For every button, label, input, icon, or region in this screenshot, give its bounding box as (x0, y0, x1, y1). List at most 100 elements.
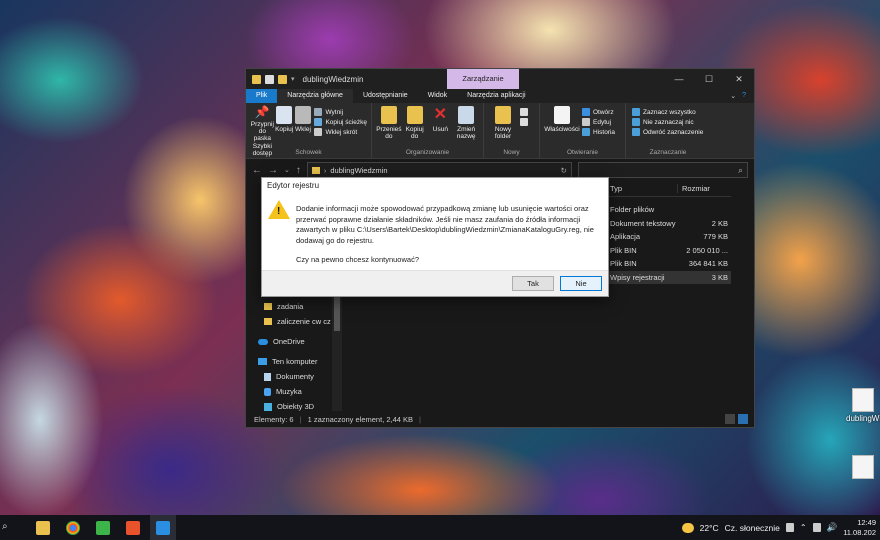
easy-access-icon (520, 118, 528, 126)
pin-icon: 📌 (254, 105, 270, 119)
weather-text[interactable]: Cz. słonecznie (725, 523, 780, 533)
refresh-icon[interactable]: ↻ (561, 166, 571, 175)
tab-udostepnianie[interactable]: Udostępnianie (353, 89, 418, 103)
sidebar-item-ten-komputer[interactable]: Ten komputer (246, 354, 342, 369)
taskbar-app-orange[interactable] (120, 515, 146, 540)
clock-date: 11.08.202 (843, 527, 876, 537)
easy-access-button[interactable] (520, 118, 528, 126)
weather-temp[interactable]: 22°C (700, 523, 719, 533)
tab-plik[interactable]: Plik (246, 89, 278, 103)
select-all-button[interactable]: Zaznacz wszystko (632, 108, 703, 116)
taskbar-chrome[interactable] (60, 515, 86, 540)
sidebar-item-dokumenty[interactable]: Dokumenty (246, 369, 342, 384)
desktop-icon-file-2[interactable] (846, 455, 880, 481)
properties-icon[interactable] (265, 74, 274, 84)
app-c-orange-icon (126, 520, 140, 535)
select-all-icon (632, 108, 640, 116)
file-list: Typ Rozmiar Folder plików Dokument tekst… (606, 181, 731, 284)
tab-narzedzia-glowne[interactable]: Narzędzia główne (277, 89, 353, 103)
group-label: Organizowanie (405, 149, 450, 156)
chevron-down-icon[interactable]: ⌄ (730, 92, 736, 100)
tab-narzedzia-aplikacji[interactable]: Narzędzia aplikacji (457, 89, 535, 103)
yes-button[interactable]: Tak (512, 276, 554, 291)
tab-zarzadzanie[interactable]: Zarządzanie (447, 69, 519, 89)
file-row[interactable]: Aplikacja 779 KB (606, 230, 731, 244)
microphone-icon[interactable] (785, 523, 794, 532)
tab-widok[interactable]: Widok (418, 89, 457, 103)
ribbon: 📌 Przypnij do paska Szybki dostęp Kopiuj… (246, 103, 754, 159)
clock-time: 12:49 (857, 517, 876, 527)
dialog-title: Edytor rejestru (267, 181, 320, 190)
sidebar-item-zaliczenie[interactable]: zaliczenie cw cz (246, 314, 342, 329)
network-icon[interactable] (812, 523, 821, 532)
search-input[interactable]: ⌕ (577, 162, 748, 178)
select-none-button[interactable]: Nie zaznaczaj nic (632, 118, 703, 126)
column-header-size[interactable]: Rozmiar (678, 184, 710, 193)
back-arrow-icon[interactable]: ← (252, 165, 262, 176)
delete-x-icon: ✕ (433, 106, 448, 123)
desktop-icon-file[interactable]: dublingWi (846, 388, 880, 423)
invert-selection-icon (632, 128, 640, 136)
move-to-button[interactable]: Przenieś do (376, 106, 402, 148)
file-row[interactable]: Plik BIN 2 050 010 ... (606, 244, 731, 258)
new-item-button[interactable] (520, 108, 528, 116)
copy-to-button[interactable]: Kopiuj do (402, 106, 428, 148)
open-button[interactable]: Otwórz (582, 108, 615, 116)
paste-shortcut-button[interactable]: Wklej skrót (314, 128, 367, 136)
up-arrow-icon[interactable]: ↑ (296, 165, 301, 176)
maximize-button[interactable]: ☐ (694, 69, 724, 89)
no-button[interactable]: Nie (560, 276, 602, 291)
volume-icon[interactable]: 🔊 (827, 522, 838, 533)
taskbar-registry-editor[interactable] (150, 515, 176, 540)
sidebar-item-zadania[interactable]: zadania (246, 299, 342, 314)
help-icon[interactable]: ? (742, 92, 746, 100)
edit-button[interactable]: Edytuj (582, 118, 615, 126)
chevron-down-icon[interactable]: ▾ (291, 75, 295, 83)
group-label: Nowy (503, 149, 520, 156)
column-header-type[interactable]: Typ (606, 184, 678, 193)
clock[interactable]: 12:49 11.08.202 (843, 518, 876, 538)
dialog-message: Dodanie informacji może spowodować przyp… (296, 204, 594, 245)
group-schowek: 📌 Przypnij do paska Szybki dostęp Kopiuj… (246, 103, 372, 158)
copy-icon (276, 106, 293, 124)
forward-arrow-icon[interactable]: → (268, 165, 278, 176)
close-button[interactable]: ✕ (724, 69, 754, 89)
warning-exclamation-icon: ! (277, 206, 281, 217)
taskbar-app-green[interactable] (90, 515, 116, 540)
new-folder-button[interactable]: Nowy folder (488, 106, 518, 148)
rename-button[interactable]: Zmień nazwę (453, 106, 479, 148)
new-folder-icon[interactable] (278, 74, 287, 84)
file-icon (852, 388, 874, 412)
folder-icon (252, 74, 261, 84)
file-icon (852, 455, 874, 479)
minimize-button[interactable]: — (664, 69, 694, 89)
file-row[interactable]: Dokument tekstowy 2 KB (606, 217, 731, 231)
path-icon (314, 118, 323, 126)
chevron-up-icon[interactable]: ⌃ (800, 523, 807, 532)
copy-path-button[interactable]: Kopiuj ścieżkę (314, 118, 367, 126)
taskbar-file-explorer[interactable] (30, 515, 56, 540)
details-view-icon[interactable] (725, 414, 735, 424)
file-row-selected[interactable]: Wpisy rejestracji 3 KB (606, 270, 731, 284)
large-icons-view-icon[interactable] (738, 414, 748, 424)
pin-button[interactable]: 📌 Przypnij do paska Szybki dostęp (250, 105, 275, 156)
copy-button[interactable]: Kopiuj (275, 106, 294, 148)
title-bar[interactable]: ▾ dublingWiedzmin Zarządzanie — ☐ ✕ (246, 69, 754, 89)
weather-sun-icon[interactable] (681, 522, 694, 533)
invert-selection-button[interactable]: Odwróć zaznaczenie (632, 128, 703, 136)
chevron-down-icon[interactable]: ⌄ (284, 166, 290, 174)
cut-button[interactable]: Wytnij (314, 108, 367, 116)
delete-button[interactable]: ✕ Usuń (428, 106, 454, 148)
file-row[interactable]: Folder plików (606, 203, 731, 217)
file-row[interactable]: Plik BIN 364 841 KB (606, 257, 731, 271)
address-bar[interactable]: › dublingWiedzmin ↻ (306, 162, 572, 178)
status-bar: Elementy: 6 | 1 zaznaczony element, 2,44… (246, 411, 754, 427)
paste-button[interactable]: Wklej (294, 106, 313, 148)
properties-button[interactable]: Właściwości (544, 106, 580, 148)
search-icon[interactable]: ⌕ (2, 521, 16, 535)
copy-folder-icon (406, 106, 423, 124)
history-button[interactable]: Historia (582, 128, 615, 136)
chrome-icon (66, 520, 80, 535)
sidebar-item-onedrive[interactable]: OneDrive (246, 334, 342, 349)
sidebar-item-muzyka[interactable]: Muzyka (246, 384, 342, 399)
